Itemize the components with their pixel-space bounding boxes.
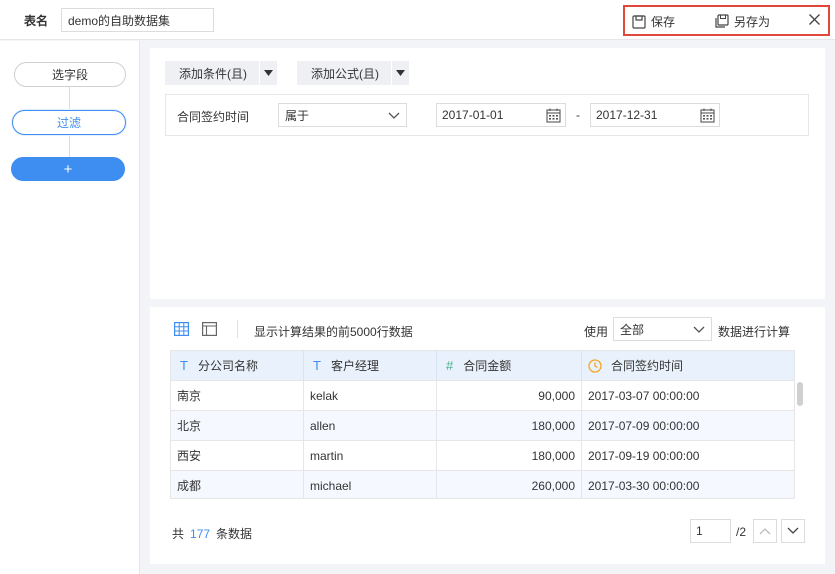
table-cell: 南京 [171,381,304,411]
view-divider [237,320,238,338]
page-number-input[interactable] [690,519,731,543]
table-scrollbar[interactable] [795,350,805,499]
start-date-value: 2017-01-01 [442,108,504,122]
top-bar: 表名 保存 另存为 [0,0,835,40]
table-cell: 2017-03-07 00:00:00 [582,381,794,411]
condition-field-name: 合同签约时间 [177,110,250,124]
text-type-icon: T [180,358,188,373]
close-button[interactable] [808,13,826,26]
column-header-label: 分公司名称 [197,359,258,373]
text-type-icon: T [313,358,321,373]
operator-value: 属于 [285,108,310,123]
total-suffix: 条数据 [216,527,253,541]
step-filter[interactable]: 过滤 [12,110,126,135]
step-sidebar: 选字段 过滤 + [0,41,140,574]
table-name-input[interactable] [61,8,214,32]
column-header[interactable]: T 分公司名称 [171,351,304,381]
table-name-label: 表名 [24,14,49,28]
calc-label: 数据进行计算 [718,325,791,339]
table-cell: 90,000 [437,381,582,411]
result-table: T 分公司名称 T 客户经理 # 合同金额 合同签约时间 南京 kelak 90… [170,350,795,499]
close-icon [809,14,820,25]
column-header-label: 合同金额 [463,359,512,373]
table-row[interactable]: 北京 allen 180,000 2017-07-09 00:00:00 [171,411,794,441]
result-panel: 显示计算结果的前5000行数据 使用 全部 数据进行计算 T 分公司名称 T 客… [150,307,825,564]
table-cell: 180,000 [437,441,582,471]
save-label: 保存 [651,15,676,29]
column-header[interactable]: # 合同金额 [437,351,582,381]
caret-down-icon[interactable] [259,61,277,85]
copy-icon [715,14,729,28]
scope-select[interactable]: 全部 [613,317,712,341]
table-cell: 180,000 [437,411,582,441]
add-condition-dropdown[interactable]: 添加条件(且) [165,61,277,85]
end-date-value: 2017-12-31 [596,108,658,122]
number-type-icon: # [446,358,454,373]
page-total: /2 [736,525,747,539]
operator-select[interactable]: 属于 [278,103,407,127]
total-count-text: 共 177 条数据 [172,525,252,542]
start-date-input[interactable]: 2017-01-01 [436,103,566,127]
filter-condition-row: 合同签约时间 属于 2017-01-01 - 2017-12-31 [165,94,809,136]
clock-icon [588,358,602,373]
prev-page-button[interactable] [753,519,777,543]
floppy-disk-icon [632,14,646,29]
add-formula-dropdown[interactable]: 添加公式(且) [297,61,409,85]
table-cell: martin [304,441,437,471]
table-cell: 成都 [171,471,304,498]
total-prefix: 共 [172,527,185,541]
scrollbar-thumb[interactable] [797,382,803,406]
table-cell: 2017-09-19 00:00:00 [582,441,794,471]
table-cell: 260,000 [437,471,582,498]
use-label: 使用 [584,325,609,339]
table-cell: 北京 [171,411,304,441]
table-row[interactable]: 南京 kelak 90,000 2017-03-07 00:00:00 [171,381,794,411]
end-date-input[interactable]: 2017-12-31 [590,103,720,127]
chevron-down-icon [787,527,799,534]
calendar-icon[interactable] [546,108,561,123]
caret-down-icon[interactable] [391,61,409,85]
table-cell: 西安 [171,441,304,471]
table-cell: 2017-03-30 00:00:00 [582,471,794,498]
add-formula-label: 添加公式(且) [311,66,379,81]
column-header-label: 客户经理 [330,359,379,373]
table-header-row: T 分公司名称 T 客户经理 # 合同金额 合同签约时间 [171,351,794,381]
add-step-button[interactable]: + [11,157,125,181]
column-header[interactable]: T 客户经理 [304,351,437,381]
card-icon[interactable] [202,322,217,336]
column-header[interactable]: 合同签约时间 [582,351,794,381]
column-header-label: 合同签约时间 [611,359,684,373]
step-connector [69,135,70,157]
chevron-down-icon [388,112,400,119]
save-button[interactable]: 保存 [632,13,675,30]
chevron-down-icon [693,326,705,333]
step-select-fields[interactable]: 选字段 [14,62,126,87]
save-as-button[interactable]: 另存为 [714,13,770,30]
filter-panel: 添加条件(且) 添加公式(且) 合同签约时间 属于 2017-01-01 - 2… [150,48,825,299]
save-as-label: 另存为 [734,15,771,29]
scope-value: 全部 [620,322,645,337]
add-condition-label: 添加条件(且) [179,66,247,81]
result-info-text: 显示计算结果的前5000行数据 [254,325,413,339]
chevron-up-icon [759,528,771,535]
calendar-icon[interactable] [700,108,715,123]
step-connector [69,87,70,110]
action-group: 保存 另存为 [623,5,830,36]
total-count: 177 [190,527,211,541]
table-row[interactable]: 西安 martin 180,000 2017-09-19 00:00:00 [171,441,794,471]
table-cell: kelak [304,381,437,411]
table-row[interactable]: 成都 michael 260,000 2017-03-30 00:00:00 [171,471,794,498]
table-cell: michael [304,471,437,498]
date-range-separator: - [576,108,580,122]
grid-icon[interactable] [174,322,189,336]
table-cell: 2017-07-09 00:00:00 [582,411,794,441]
next-page-button[interactable] [781,519,805,543]
table-cell: allen [304,411,437,441]
